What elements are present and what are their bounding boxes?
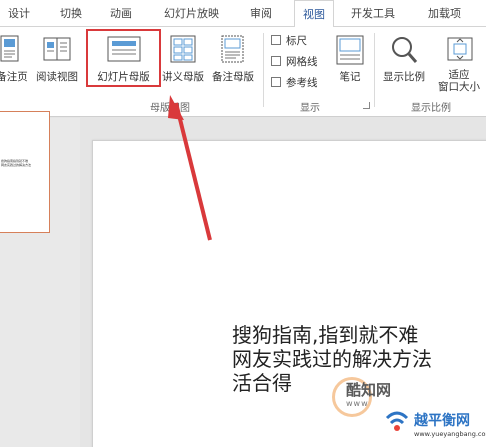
annotation-arrow-icon (168, 95, 212, 241)
watermark-cool-know-sub: www (346, 399, 369, 408)
watermark-brand-text: 越平衡网 (414, 413, 470, 429)
watermark-brand: 越平衡网 www.yueyangbang.com (380, 402, 486, 447)
wifi-logo-icon (385, 411, 409, 431)
watermark-cool-know-text: 酷知网 (346, 381, 392, 399)
watermark-brand-url: www.yueyangbang.com (414, 430, 486, 438)
